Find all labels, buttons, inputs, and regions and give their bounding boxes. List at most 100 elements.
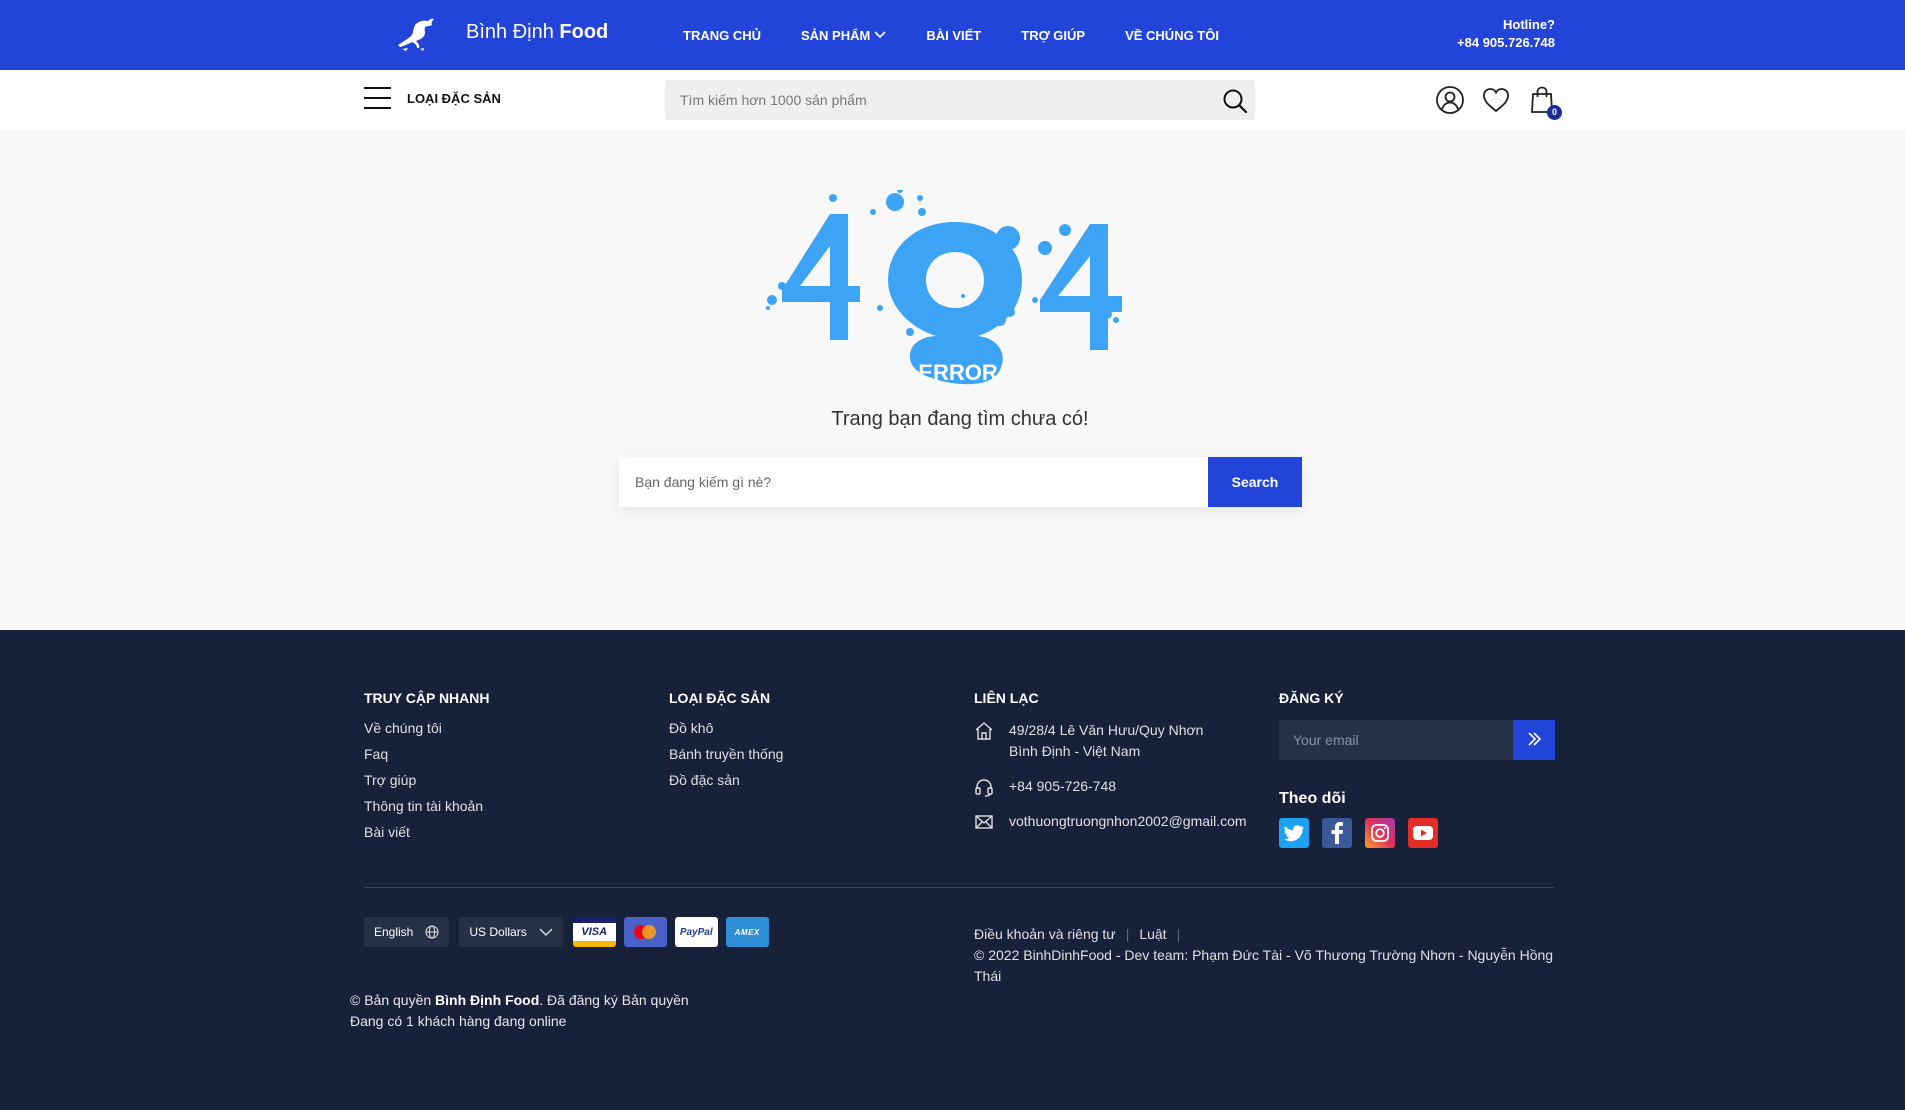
double-chevron-right-icon [1528,731,1542,746]
nav-item-help[interactable]: TRỢ GIÚP [1021,28,1085,43]
twitter-icon [1284,825,1304,842]
nav-item-label: TRỢ GIÚP [1021,27,1086,43]
cart-button[interactable]: 0 [1526,84,1562,120]
globe-icon [425,925,439,939]
main-nav: TRANG CHỦ SẢN PHẨM BÀI VIẾT TRỢ GIÚP VỀ … [683,0,1259,70]
currency-selector[interactable]: US Dollars [459,917,563,947]
copyright-block: © Bản quyền Bình Định Food. Đã đăng ký B… [350,990,689,1032]
wishlist-button[interactable] [1480,84,1512,116]
currency-label: US Dollars [469,925,527,939]
nav-item-blog[interactable]: BÀI VIẾT [926,28,981,43]
footer-link-about[interactable]: Về chúng tôi [364,720,490,736]
brand-logo[interactable]: Bình Định Food [394,14,608,54]
error-message: Trang bạn đang tìm chưa có! [831,408,1089,430]
footer-link-dried-food[interactable]: Đồ khô [669,720,783,736]
visa-card-label: VISA [581,926,608,938]
legal-separator: | [1176,926,1181,942]
error-search: Search [619,457,1302,507]
top-header: Bình Định Food TRANG CHỦ SẢN PHẨM BÀI VI… [0,0,1905,70]
brand-name-light: Bình Định [466,21,554,43]
credits-text: © 2022 BinhDinhFood - Dev team: Phạm Đức… [974,947,1554,984]
language-selector[interactable]: English [364,917,450,947]
footer-column-title: LIÊN LẠC [974,690,1039,706]
error-404-illustration: ERROR [766,190,1122,385]
chevron-down-icon [874,31,886,39]
copyright-text: © Bản quyền Bình Định Food. Đã đăng ký B… [350,990,689,1011]
footer-preferences: English US Dollars VISA PayPal AMEX [364,917,777,947]
twitter-link[interactable] [1279,818,1309,848]
hamburger-icon [364,87,391,109]
footer-column-title: TRUY CẬP NHANH [364,690,490,706]
site-footer: TRUY CẬP NHANH Về chúng tôi Faq Trợ giúp… [0,630,1905,1110]
footer-legal: Điều khoản và riêng tư | Luật | © 2022 Binh… [974,924,1554,987]
copyright-brand: Bình Định Food [435,992,540,1008]
home-icon [975,722,993,740]
cart-count-badge: 0 [1547,105,1562,120]
envelope-icon [975,815,993,829]
nav-item-label: TRANG CHỦ [683,27,761,43]
facebook-link[interactable] [1322,818,1352,848]
header-search-input[interactable] [665,80,1205,120]
legal-link-terms[interactable]: Điều khoản và riêng tư [974,926,1116,942]
contact-email: vothuongtruongnhon2002@gmail.com [974,811,1247,832]
legal-links: Điều khoản và riêng tư | Luật | [974,924,1554,945]
paypal-card-label: PayPal [679,926,713,938]
footer-link-help[interactable]: Trợ giúp [364,772,490,788]
nav-item-about[interactable]: VỀ CHÚNG TÔI [1125,28,1219,43]
footer-column-title: LOẠI ĐẶC SẢN [669,690,771,706]
header-search [665,80,1255,120]
headset-icon [975,779,993,797]
brand-name-bold: Food [559,21,609,43]
nav-item-label: VỀ CHÚNG TÔI [1125,27,1219,43]
social-links [1279,818,1555,848]
follow-title: Theo dõi [1279,790,1346,807]
error-search-button[interactable]: Search [1208,457,1302,507]
account-button[interactable] [1434,84,1466,116]
contact-address: 49/28/4 Lê Văn Hưu/Quy Nhơn Bình Định - … [974,720,1247,762]
horse-logo-icon [398,18,434,51]
chevron-down-icon [539,928,553,936]
copyright-prefix: © Bản quyền [350,992,436,1008]
instagram-icon [1371,824,1389,842]
nav-item-products[interactable]: SẢN PHẨM [801,28,886,43]
contact-email-address[interactable]: vothuongtruongnhon2002@gmail.com [1009,811,1247,832]
online-users-text: Đang có 1 khách hàng đang online [350,1013,567,1029]
footer-link-blog[interactable]: Bài viết [364,824,490,840]
visa-card-icon: VISA [572,917,616,947]
footer-link-traditional-cakes[interactable]: Bánh truyền thống [669,746,783,762]
address-line-1: 49/28/4 Lê Văn Hưu/Quy Nhơn [1009,722,1204,738]
address-line-2: Bình Định - Việt Nam [1009,743,1141,759]
brand-name: Bình Định Food [466,21,608,44]
footer-divider [364,887,1554,888]
mastercard-circles-icon [634,925,657,939]
footer-link-faq[interactable]: Faq [364,746,490,762]
youtube-link[interactable] [1408,818,1438,848]
mastercard-icon [623,917,667,947]
heart-icon [1483,88,1509,113]
category-menu-label: LOẠI ĐẶC SẢN [407,90,501,106]
footer-link-specialties[interactable]: Đồ đặc sản [669,772,783,788]
footer-categories: LOẠI ĐẶC SẢN Đồ khô Bánh truyền thống Đồ… [669,690,783,798]
copyright-suffix: . Đã đăng ký Bản quyền [539,992,689,1008]
contact-phone: +84 905-726-748 [974,776,1247,797]
error-search-input[interactable] [619,457,1209,507]
legal-separator: | [1125,926,1130,942]
hotline-title: Hotline? [1503,17,1555,32]
error-word: ERROR [918,360,998,385]
language-label: English [374,925,414,939]
legal-link-law[interactable]: Luật [1139,926,1166,942]
paypal-card-icon: PayPal [674,917,718,947]
hotline: Hotline? +84 905.726.748 [1457,16,1555,52]
footer-column-title: ĐĂNG KÝ [1279,690,1344,706]
secondary-header: LOẠI ĐẶC SẢN 0 [0,70,1905,130]
nav-item-home[interactable]: TRANG CHỦ [683,28,761,43]
newsletter-submit-button[interactable] [1513,720,1555,760]
newsletter-form [1279,720,1555,760]
search-icon[interactable] [1221,87,1249,115]
hotline-number[interactable]: +84 905.726.748 [1457,34,1555,52]
category-menu-toggle[interactable]: LOẠI ĐẶC SẢN [364,87,501,109]
footer-link-account[interactable]: Thông tin tài khoản [364,798,490,814]
instagram-link[interactable] [1365,818,1395,848]
contact-phone-number[interactable]: +84 905-726-748 [1009,776,1116,797]
newsletter-email-input[interactable] [1279,720,1511,760]
